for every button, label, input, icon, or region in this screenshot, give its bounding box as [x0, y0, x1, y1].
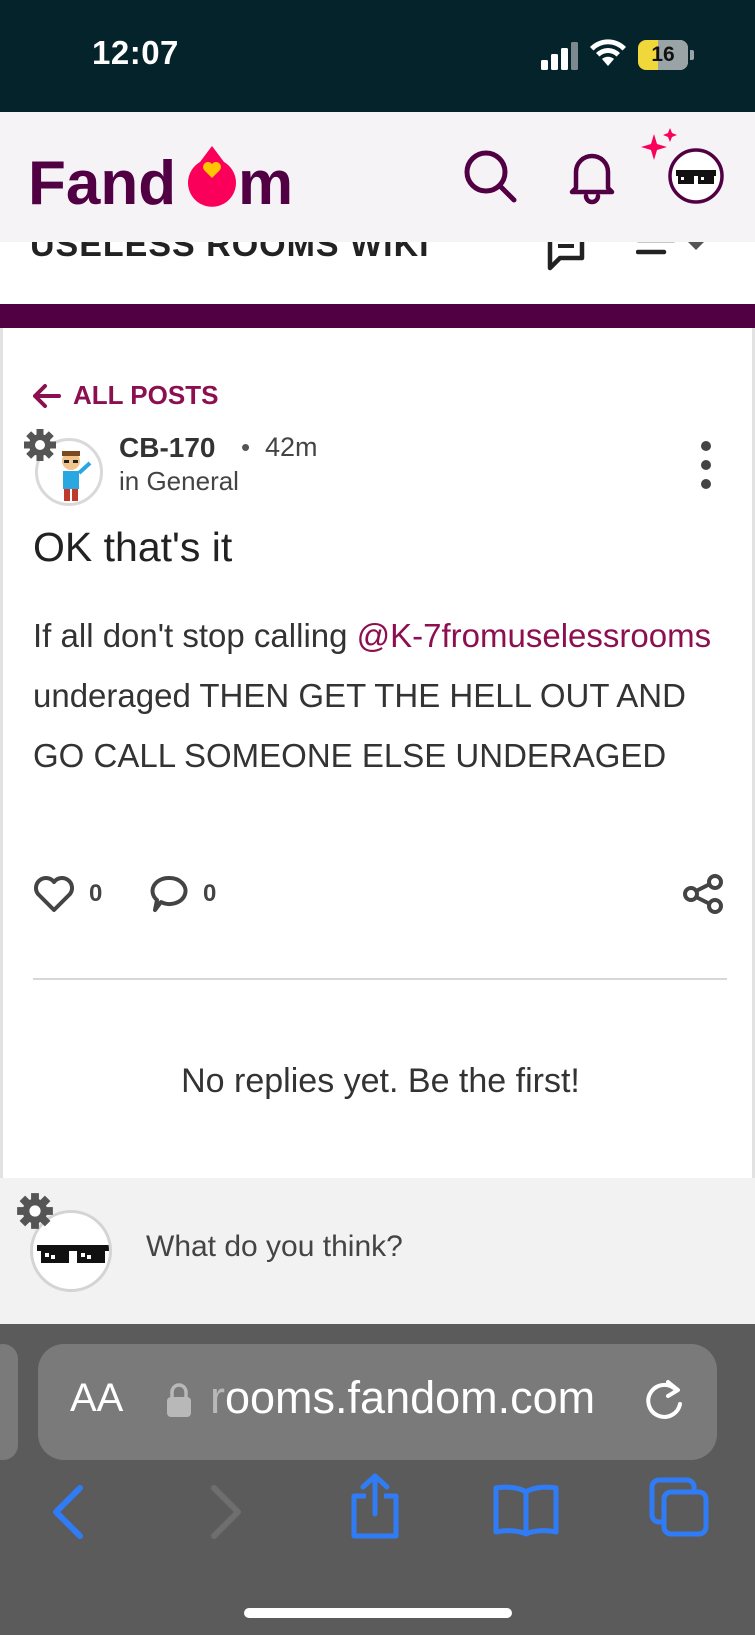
bell-icon[interactable]: [568, 146, 616, 206]
svg-text:Fand: Fand: [28, 149, 176, 218]
author-avatar-wrap[interactable]: [24, 428, 105, 506]
tabs-icon[interactable]: [648, 1476, 710, 1538]
fandom-logo[interactable]: Fand m: [28, 140, 308, 220]
like-count: 0: [89, 880, 103, 907]
reply-count: 0: [203, 880, 217, 907]
post-body-text-end: underaged THEN GET THE HELL OUT AND GO C…: [33, 677, 686, 774]
all-posts-link[interactable]: ALL POSTS: [33, 380, 218, 411]
discussions-icon[interactable]: [546, 242, 594, 272]
status-time: 12:07: [92, 34, 179, 71]
meta-separator: •: [241, 432, 251, 462]
share-icon[interactable]: [681, 874, 725, 914]
post-actions: 0 0: [33, 874, 733, 924]
reader-options-button[interactable]: AA: [70, 1376, 123, 1421]
svg-text:m: m: [238, 149, 293, 218]
reply-input[interactable]: What do you think?: [146, 1230, 706, 1264]
post-title: OK that's it: [33, 524, 233, 570]
lock-icon: [167, 1383, 191, 1417]
address-bar[interactable]: AA rooms.fandom.com: [38, 1344, 717, 1460]
user-avatar-button[interactable]: [640, 128, 730, 218]
avatar: [668, 148, 724, 204]
more-vertical-icon[interactable]: [693, 440, 719, 490]
divider: [33, 978, 727, 980]
gear-icon: [17, 1193, 53, 1229]
no-replies-message: No replies yet. Be the first!: [181, 1062, 580, 1100]
back-icon[interactable]: [50, 1484, 86, 1540]
share-icon[interactable]: [348, 1472, 402, 1540]
wifi-icon: [590, 39, 626, 66]
comment-icon: [150, 875, 188, 912]
all-posts-label: ALL POSTS: [73, 380, 219, 410]
status-bar: 12:07 16: [0, 0, 755, 112]
menu-icon[interactable]: [636, 242, 712, 266]
url-text[interactable]: rooms.fandom.com: [210, 1372, 595, 1424]
post-body: If all don't stop calling @K-7fromuseles…: [33, 606, 723, 786]
bookmarks-icon[interactable]: [492, 1482, 560, 1538]
signal-icon: [541, 42, 578, 70]
gear-icon: [24, 429, 56, 461]
url-text-faded: r: [210, 1372, 225, 1423]
battery-level: 16: [651, 43, 675, 66]
url-domain: ooms.fandom.com: [225, 1372, 596, 1423]
reply-composer[interactable]: What do you think?: [0, 1178, 755, 1324]
browser-toolbar: AA rooms.fandom.com: [0, 1324, 755, 1635]
fandom-header: Fand m: [0, 112, 755, 242]
reply-count-button[interactable]: 0: [149, 874, 216, 914]
post-category[interactable]: in General: [119, 466, 239, 497]
wiki-bar: USELESS ROOMS WIKI: [0, 242, 755, 304]
wiki-title[interactable]: USELESS ROOMS WIKI: [30, 242, 430, 265]
like-button[interactable]: 0: [33, 874, 102, 914]
post-author[interactable]: CB-170: [119, 432, 215, 464]
reload-icon[interactable]: [642, 1378, 686, 1424]
wiki-theme-stripe: [0, 304, 755, 328]
forward-icon[interactable]: [208, 1484, 244, 1540]
post-body-text: If all don't stop calling: [33, 617, 357, 654]
battery-icon: 16: [638, 40, 694, 72]
previous-tab-peek[interactable]: [0, 1344, 18, 1460]
home-indicator: [244, 1608, 512, 1618]
heart-icon: [34, 876, 74, 912]
post-time: 42m: [265, 432, 318, 462]
search-icon[interactable]: [462, 148, 518, 204]
browser-nav-row: [0, 1473, 755, 1564]
user-mention-link[interactable]: @K-7fromuselessrooms: [357, 617, 711, 654]
arrow-left-icon: [33, 383, 61, 408]
post-card: ALL POSTS CB-170 • 42m in General OK tha…: [0, 328, 755, 1178]
